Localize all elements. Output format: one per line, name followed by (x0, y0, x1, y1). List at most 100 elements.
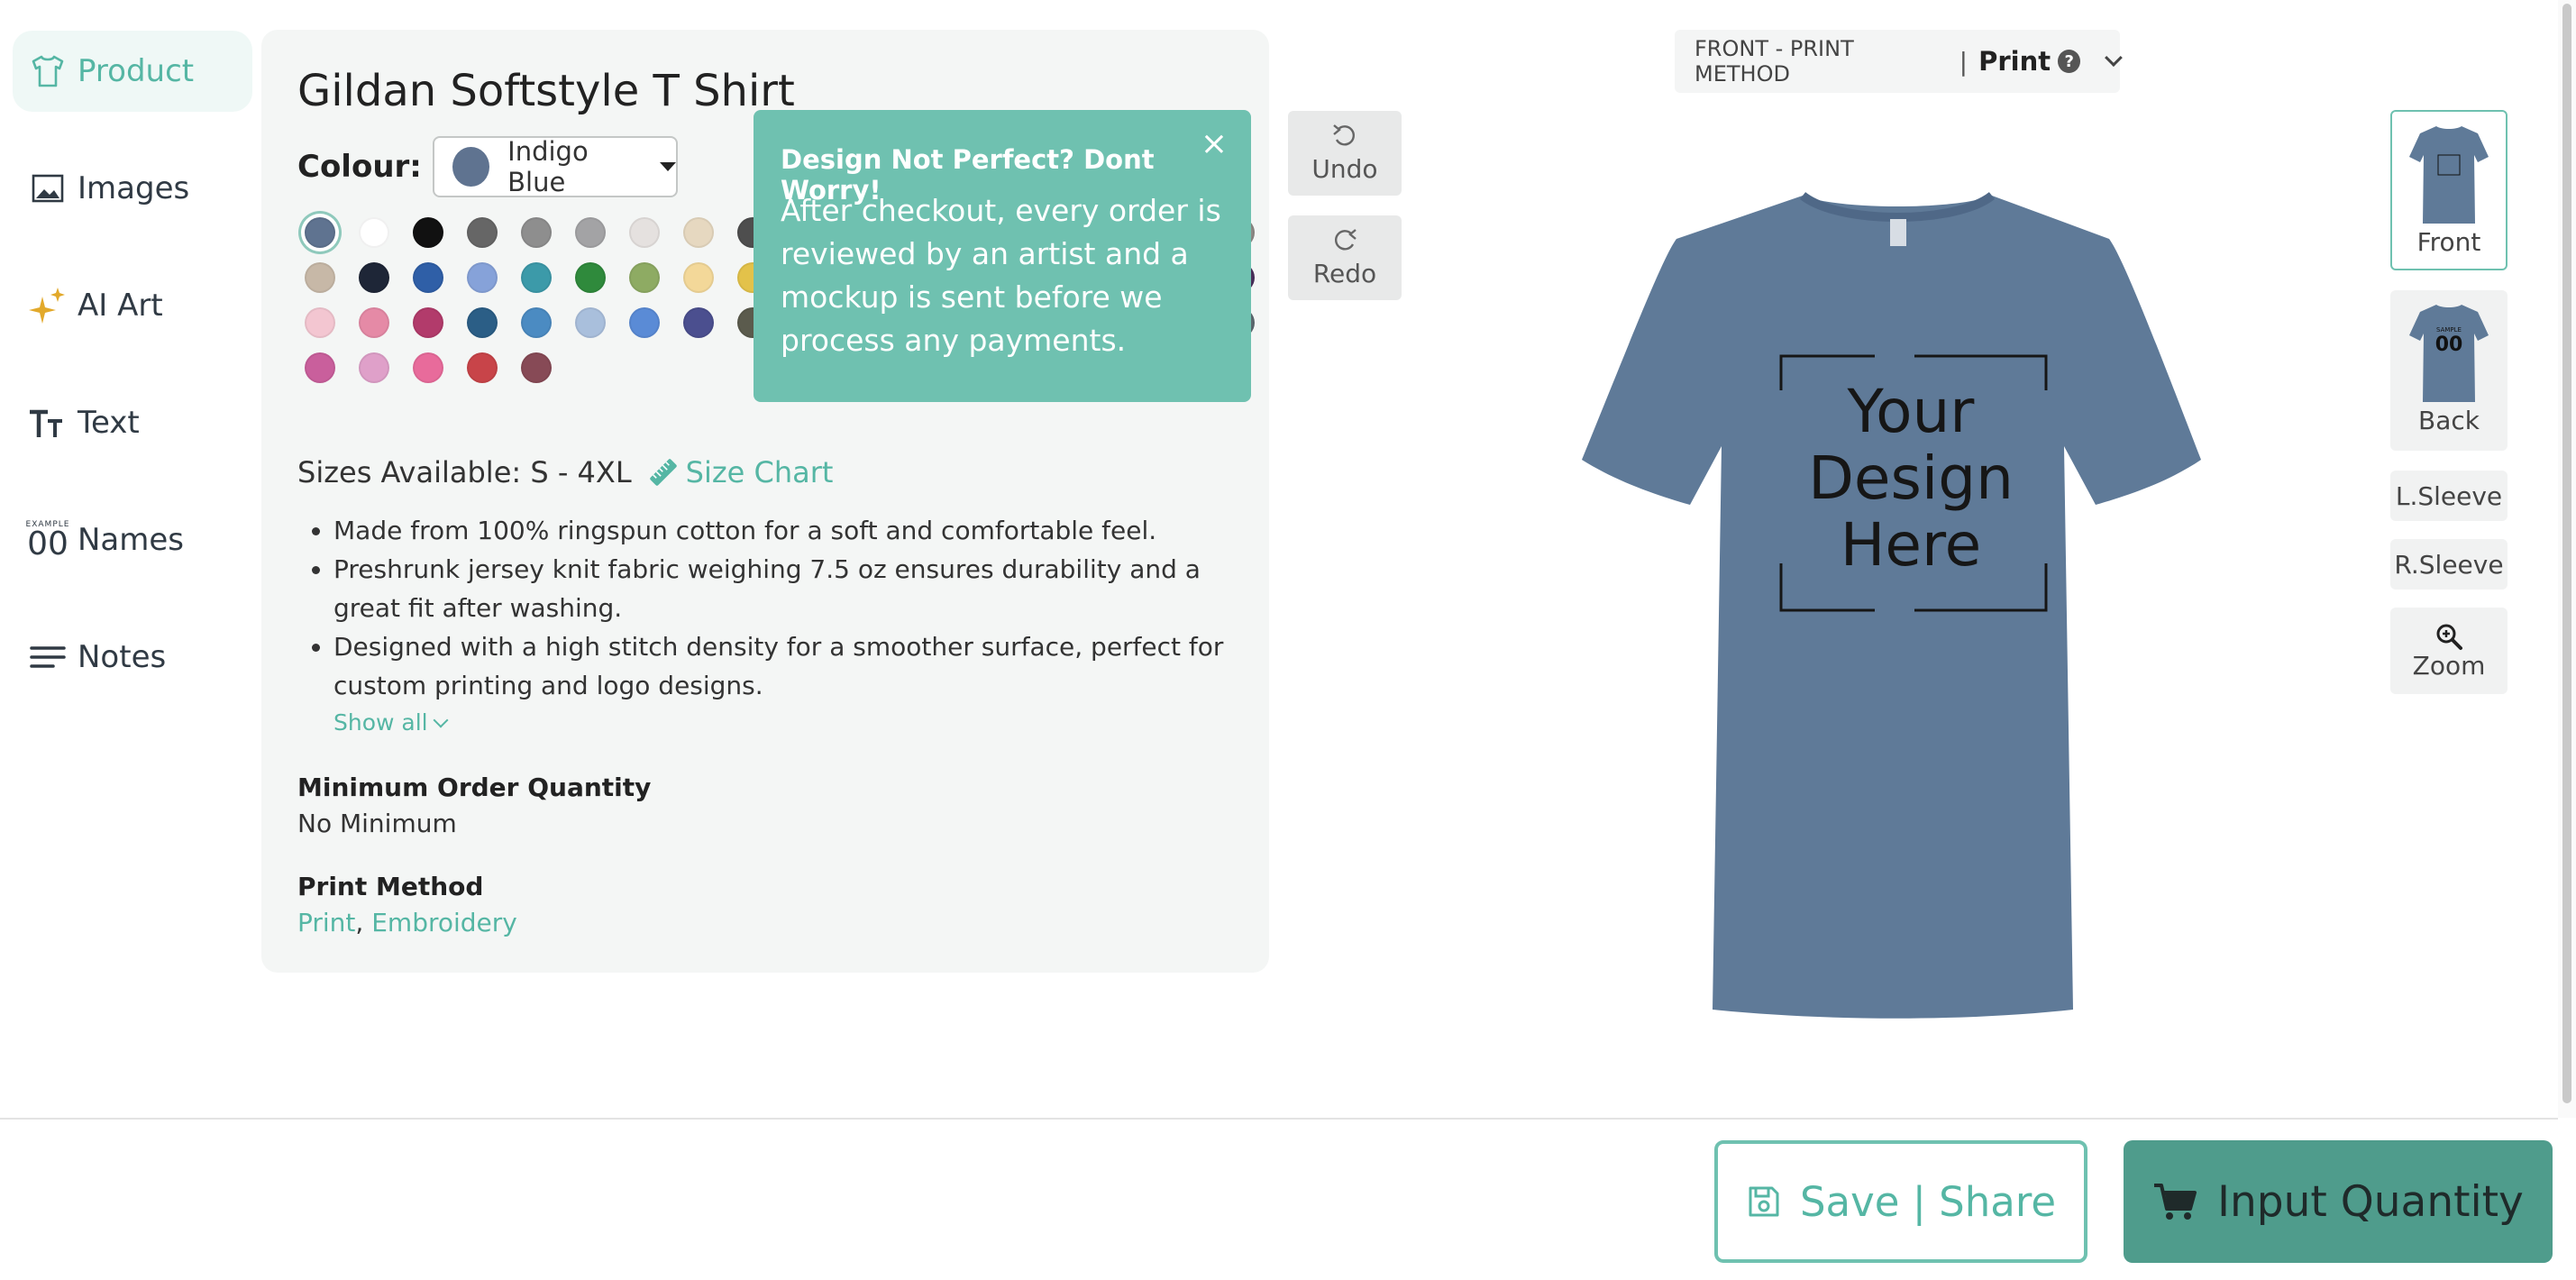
show-all-label: Show all (333, 709, 428, 736)
sizes-available: Sizes Available: S - 4XL (297, 455, 632, 489)
colour-swatch[interactable] (413, 352, 443, 383)
undo-button[interactable]: Undo (1288, 111, 1402, 196)
feature-list: Made from 100% ringspun cotton for a sof… (333, 511, 1244, 705)
colour-swatch[interactable] (359, 352, 389, 383)
sidebar-item-label: Product (78, 53, 195, 89)
colour-swatch[interactable] (683, 217, 714, 248)
colour-swatch[interactable] (575, 217, 606, 248)
colour-swatch[interactable] (467, 352, 498, 383)
caret-down-icon (659, 162, 676, 171)
sidebar-item-ai-art[interactable]: AI Art (13, 265, 252, 346)
show-all-link[interactable]: Show all (333, 709, 449, 736)
product-title: Gildan Softstyle T Shirt (297, 66, 795, 116)
notes-icon (25, 635, 70, 680)
print-method-separator: , (355, 908, 372, 937)
colour-swatch[interactable] (359, 217, 389, 248)
sidebar-item-label: Notes (78, 639, 167, 675)
scrollbar-thumb[interactable] (2562, 4, 2571, 1103)
size-chart-link[interactable]: Size Chart (648, 455, 834, 489)
redo-button[interactable]: Redo (1288, 215, 1402, 300)
view-left-sleeve[interactable]: L.Sleeve (2390, 471, 2507, 521)
view-back-label: Back (2418, 406, 2480, 435)
zoom-in-icon (2436, 624, 2462, 650)
selected-colour-value: Indigo Blue (507, 136, 589, 197)
front-thumbnail (2409, 126, 2489, 224)
names-number-icon: EXAMPLE 00 (25, 517, 70, 562)
colour-swatch[interactable] (683, 307, 714, 338)
colour-swatch[interactable] (521, 262, 552, 293)
sidebar-item-names[interactable]: EXAMPLE 00 Names (13, 499, 252, 581)
print-method-heading: Print Method (297, 872, 484, 901)
selected-colour-swatch (452, 147, 490, 187)
view-right-sleeve-label: R.Sleeve (2394, 549, 2504, 580)
colour-swatch[interactable] (467, 262, 498, 293)
text-icon (25, 400, 70, 445)
back-thumbnail-number: 00 (2434, 334, 2463, 356)
colour-swatch[interactable] (413, 262, 443, 293)
cart-icon (2154, 1184, 2197, 1220)
colour-swatch[interactable] (359, 262, 389, 293)
colour-row: Colour: Indigo Blue (297, 136, 678, 197)
redo-icon (1334, 228, 1357, 250)
colour-swatch[interactable] (359, 307, 389, 338)
colour-swatch[interactable] (521, 352, 552, 383)
print-method-embroidery-link[interactable]: Embroidery (371, 908, 517, 937)
view-front[interactable]: Front (2390, 110, 2507, 270)
design-reassurance-popover: × Design Not Perfect? Dont Worry! After … (754, 110, 1251, 402)
colour-swatch[interactable] (467, 307, 498, 338)
back-thumbnail: SAMPLE 00 (2406, 299, 2492, 406)
size-chart-label: Size Chart (685, 455, 834, 489)
colour-swatch[interactable] (575, 262, 606, 293)
colour-swatch[interactable] (305, 352, 335, 383)
colour-swatch[interactable] (521, 307, 552, 338)
print-method-location-label: FRONT - PRINT METHOD (1694, 36, 1854, 87)
colour-swatch[interactable] (575, 307, 606, 338)
colour-swatch[interactable] (629, 217, 660, 248)
colour-swatch[interactable] (413, 217, 443, 248)
colour-swatch[interactable] (305, 217, 335, 248)
colour-swatch[interactable] (413, 307, 443, 338)
colour-swatch[interactable] (683, 262, 714, 293)
ruler-icon (649, 459, 677, 486)
colour-swatch[interactable] (629, 262, 660, 293)
sidebar-item-label: Images (78, 170, 190, 206)
view-back[interactable]: SAMPLE 00 Back (2390, 290, 2507, 451)
page-scrollbar[interactable] (2558, 0, 2576, 1118)
undo-icon (1333, 123, 1356, 145)
view-front-label: Front (2416, 227, 2481, 257)
view-right-sleeve[interactable]: R.Sleeve (2390, 539, 2507, 590)
print-method-links: Print, Embroidery (297, 908, 517, 937)
tshirt-tag (1890, 219, 1906, 246)
colour-swatch[interactable] (521, 217, 552, 248)
colour-dropdown[interactable]: Indigo Blue (432, 136, 678, 197)
moq-heading: Minimum Order Quantity (297, 773, 652, 802)
save-share-button[interactable]: Save | Share (1714, 1140, 2087, 1263)
colour-swatch[interactable] (305, 307, 335, 338)
colour-swatch[interactable] (305, 262, 335, 293)
input-quantity-button[interactable]: Input Quantity (2124, 1140, 2553, 1263)
undo-label: Undo (1311, 153, 1378, 184)
zoom-button[interactable]: Zoom (2390, 608, 2507, 694)
colour-swatch[interactable] (629, 307, 660, 338)
sidebar-item-text[interactable]: Text (13, 382, 252, 463)
save-icon (1749, 1186, 1779, 1217)
save-share-label: Save | Share (1799, 1177, 2057, 1226)
sidebar-item-product[interactable]: Product (13, 31, 252, 112)
design-placeholder-text: Your Design Here (1780, 379, 2042, 579)
sidebar-item-notes[interactable]: Notes (13, 617, 252, 698)
view-left-sleeve-label: L.Sleeve (2395, 480, 2503, 511)
sidebar-item-label: AI Art (78, 288, 163, 324)
sizes-row: Sizes Available: S - 4XL Size Chart (297, 455, 833, 489)
colour-swatch[interactable] (467, 217, 498, 248)
zoom-label: Zoom (2412, 650, 2486, 681)
redo-label: Redo (1312, 258, 1377, 288)
design-placeholder-line: Your (1847, 377, 1975, 446)
popover-body: After checkout, every order is reviewed … (781, 193, 1221, 358)
sidebar-item-label: Text (78, 405, 140, 441)
tshirt-mockup[interactable] (1532, 185, 2262, 1028)
tshirt-icon (25, 49, 70, 94)
print-method-selector[interactable]: FRONT - PRINT METHOD | Print ? (1675, 30, 2123, 93)
sidebar-item-images[interactable]: Images (13, 148, 252, 229)
help-icon[interactable]: ? (2058, 50, 2081, 73)
print-method-print-link[interactable]: Print (297, 908, 355, 937)
